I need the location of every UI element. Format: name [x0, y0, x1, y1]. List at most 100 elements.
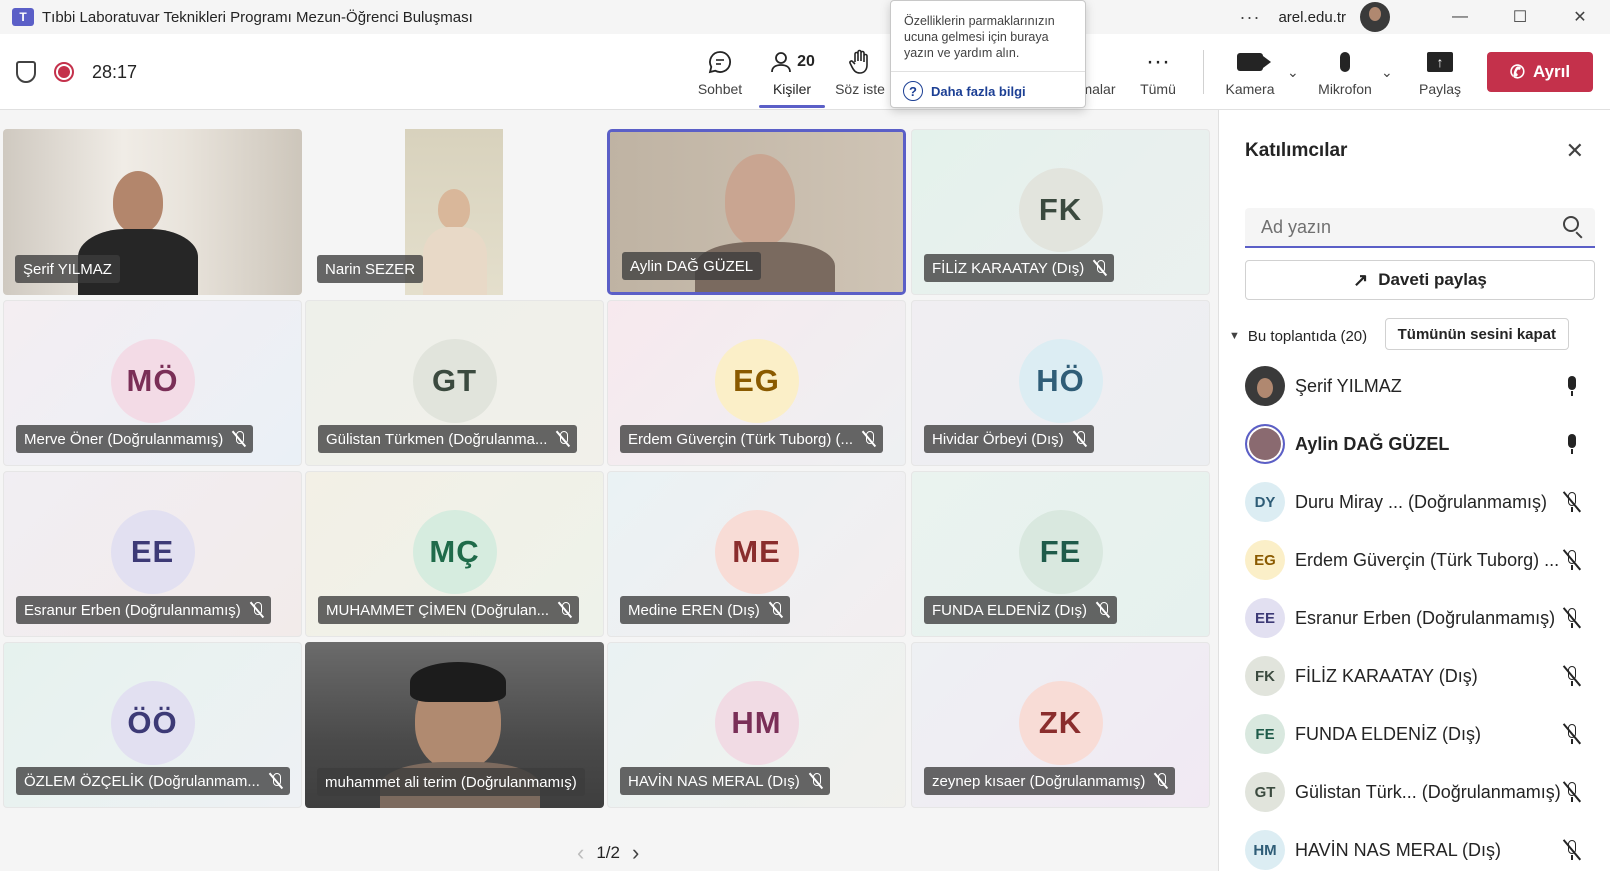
tile-name: muhammet ali terim (Doğrulanmamış) — [325, 773, 577, 791]
tile-name: Erdem Güverçin (Türk Tuborg) (... — [628, 430, 854, 448]
microphone-button[interactable]: Mikrofon — [1315, 34, 1375, 110]
participant-tile[interactable]: MÇ MUHAMMET ÇİMEN (Doğrulan... — [305, 471, 604, 637]
participant-item[interactable]: DY Duru Miray ... (Doğrulanmamış) — [1219, 472, 1610, 532]
mic-on-icon — [1561, 432, 1583, 456]
participant-tile[interactable]: Narin SEZER — [305, 129, 604, 295]
participant-tile[interactable]: Şerif YILMAZ — [3, 129, 302, 295]
people-button[interactable]: 20 Kişiler — [759, 34, 825, 110]
mic-off-icon — [1561, 664, 1583, 688]
participant-tile[interactable]: FK FİLİZ KARAATAY (Dış) — [911, 129, 1210, 295]
microphone-options-chevron-icon[interactable]: ⌄ — [1381, 64, 1393, 81]
recording-icon[interactable] — [54, 62, 74, 82]
participant-avatar: DY — [1245, 482, 1285, 522]
share-invite-button[interactable]: ↗ Daveti paylaş — [1245, 260, 1595, 300]
next-page-button[interactable]: › — [632, 840, 639, 866]
participant-tile[interactable]: HM HAVİN NAS MERAL (Dış) — [607, 642, 906, 808]
previous-page-button[interactable]: ‹ — [577, 840, 584, 866]
participant-item[interactable]: EE Esranur Erben (Doğrulanmamış) — [1219, 588, 1610, 648]
mic-off-icon — [810, 773, 822, 789]
tile-name: MUHAMMET ÇİMEN (Doğrulan... — [326, 601, 550, 619]
camera-icon — [1237, 47, 1263, 77]
person-head — [725, 154, 795, 246]
teams-logo-icon: T — [12, 8, 34, 26]
chat-button[interactable]: Sohbet — [698, 34, 742, 110]
participant-tile[interactable]: ME Medine EREN (Dış) — [607, 471, 906, 637]
grid-pager: ‹ 1/2 › — [565, 840, 651, 866]
mic-off-icon — [1097, 602, 1109, 618]
tile-name: Medine EREN (Dış) — [628, 601, 760, 619]
participant-item[interactable]: FK FİLİZ KARAATAY (Dış) — [1219, 646, 1610, 706]
close-panel-button[interactable]: ✕ — [1566, 138, 1584, 164]
participant-avatar: HÖ — [1018, 339, 1103, 424]
participant-tile[interactable]: FE FUNDA ELDENİZ (Dış) — [911, 471, 1210, 637]
participant-tile[interactable]: MÖ Merve Öner (Doğrulanmamış) — [3, 300, 302, 466]
leave-button[interactable]: ✆ Ayrıl — [1487, 52, 1593, 92]
participant-search-input[interactable]: Ad yazın — [1245, 208, 1595, 248]
tile-name: Hividar Örbeyi (Dış) — [932, 430, 1064, 448]
participant-tile[interactable]: EG Erdem Güverçin (Türk Tuborg) (... — [607, 300, 906, 466]
maximize-button[interactable]: ☐ — [1490, 0, 1550, 34]
tile-nameplate: FİLİZ KARAATAY (Dış) — [924, 254, 1115, 282]
participant-tile[interactable]: ÖÖ ÖZLEM ÖZÇELİK (Doğrulanmam... — [3, 642, 302, 808]
participant-item[interactable]: Aylin DAĞ GÜZEL — [1219, 414, 1610, 474]
participant-tile-speaking[interactable]: Aylin DAĞ GÜZEL — [607, 129, 906, 295]
org-name[interactable]: arel.edu.tr — [1278, 9, 1346, 26]
participant-item[interactable]: HM HAVİN NAS MERAL (Dış) — [1219, 820, 1610, 871]
collapse-chevron-icon: ▼ — [1229, 330, 1240, 342]
shield-icon[interactable] — [16, 61, 36, 83]
tile-nameplate: Merve Öner (Doğrulanmamış) — [16, 425, 254, 453]
tile-name: FİLİZ KARAATAY (Dış) — [932, 259, 1085, 277]
minimize-button[interactable]: — — [1430, 0, 1490, 34]
mic-off-icon — [1561, 606, 1583, 630]
share-label: Paylaş — [1418, 81, 1462, 97]
more-icon: ··· — [1146, 48, 1170, 75]
share-button[interactable]: ↑ Paylaş — [1418, 34, 1462, 110]
share-invite-label: Daveti paylaş — [1378, 270, 1487, 289]
account-avatar[interactable] — [1360, 2, 1390, 32]
participant-avatar: GT — [412, 339, 497, 424]
page-indicator: 1/2 — [596, 843, 620, 862]
more-actions-button[interactable]: ··· Tümü — [1140, 34, 1176, 110]
in-meeting-section[interactable]: ▼ Bu toplantıda (20) Tümünün sesini kapa… — [1229, 318, 1599, 354]
participant-avatar: GT — [1245, 772, 1285, 812]
tile-nameplate: ÖZLEM ÖZÇELİK (Doğrulanmam... — [16, 767, 290, 795]
tile-nameplate: Şerif YILMAZ — [15, 255, 120, 283]
tile-nameplate: FUNDA ELDENİZ (Dış) — [924, 596, 1118, 624]
participant-photo-avatar — [1245, 366, 1285, 406]
camera-options-chevron-icon[interactable]: ⌄ — [1287, 64, 1299, 81]
participant-tile[interactable]: ZK zeynep kısaer (Doğrulanmamış) — [911, 642, 1210, 808]
meeting-timer: 28:17 — [92, 61, 138, 82]
tile-nameplate: Medine EREN (Dış) — [620, 596, 790, 624]
chat-label: Sohbet — [697, 81, 743, 97]
participant-avatar: ÖÖ — [110, 681, 195, 766]
raise-hand-button[interactable]: Söz iste — [835, 34, 885, 110]
participant-tile[interactable]: GT Gülistan Türkmen (Doğrulanma... — [305, 300, 604, 466]
participant-avatar: MÖ — [110, 339, 195, 424]
more-options-button[interactable]: ··· — [1239, 7, 1260, 28]
participant-tile[interactable]: EE Esranur Erben (Doğrulanmamış) — [3, 471, 302, 637]
camera-button[interactable]: Kamera — [1225, 34, 1275, 110]
hang-up-icon: ✆ — [1509, 61, 1525, 82]
person-hair — [410, 662, 506, 702]
participant-name: Aylin DAĞ GÜZEL — [1295, 433, 1450, 454]
participant-name: Erdem Güverçin (Türk Tuborg) ... — [1295, 549, 1560, 570]
close-window-button[interactable]: ✕ — [1550, 0, 1610, 34]
mic-off-icon — [270, 773, 282, 789]
participant-item[interactable]: FE FUNDA ELDENİZ (Dış) — [1219, 704, 1610, 764]
tile-nameplate: MUHAMMET ÇİMEN (Doğrulan... — [318, 596, 580, 624]
tile-nameplate: Narin SEZER — [317, 255, 424, 283]
meeting-toolbar: 28:17 Sohbet 20 Kişiler Söz iste malar ·… — [0, 34, 1610, 110]
learn-more-link[interactable]: ? Daha fazla bilgi — [903, 81, 1026, 101]
participant-tile[interactable]: HÖ Hividar Örbeyi (Dış) — [911, 300, 1210, 466]
participant-tile[interactable]: muhammet ali terim (Doğrulanmamış) — [305, 642, 604, 808]
microphone-label: Mikrofon — [1318, 81, 1372, 97]
participant-item[interactable]: GT Gülistan Türk... (Doğrulanmamış) — [1219, 762, 1610, 822]
mic-off-icon — [233, 431, 245, 447]
tile-nameplate: Esranur Erben (Doğrulanmamış) — [16, 596, 271, 624]
tile-nameplate: Hividar Örbeyi (Dış) — [924, 425, 1094, 453]
mute-all-button[interactable]: Tümünün sesini kapat — [1384, 318, 1569, 350]
tile-name: ÖZLEM ÖZÇELİK (Doğrulanmam... — [24, 772, 260, 790]
participant-item[interactable]: Şerif YILMAZ — [1219, 356, 1610, 416]
participant-item[interactable]: EG Erdem Güverçin (Türk Tuborg) ... — [1219, 530, 1610, 590]
person-body — [423, 227, 487, 295]
